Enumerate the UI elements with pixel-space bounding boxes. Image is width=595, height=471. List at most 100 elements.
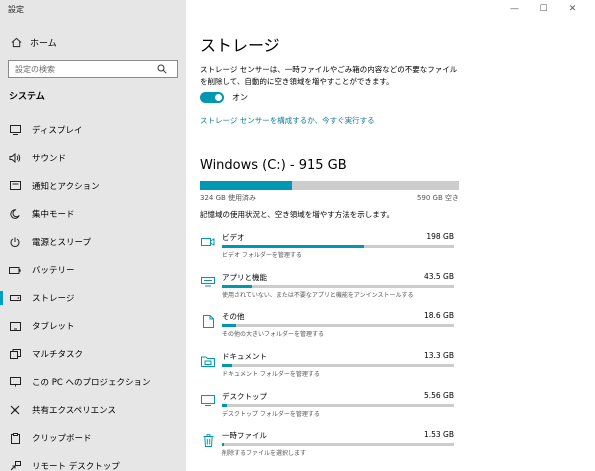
video-icon [200, 234, 216, 250]
moon-icon [6, 209, 24, 219]
sidebar-item-clipboard[interactable]: クリップボード [0, 424, 186, 452]
trash-icon [200, 432, 216, 448]
close-button[interactable]: ✕ [558, 2, 587, 16]
minimize-button[interactable]: — [500, 2, 529, 16]
sidebar-item-label: この PC へのプロジェクション [32, 378, 151, 388]
home-icon [7, 37, 25, 48]
sidebar-item-label: 共有エクスペリエンス [32, 406, 116, 416]
sidebar-item-focus[interactable]: 集中モード [0, 200, 186, 228]
category-subtext: その他の大きいフォルダーを管理する [222, 331, 325, 339]
sidebar-nav: ディスプレイ サウンド 通知とアクション 集中モード 電源とスリープ バッテリー… [0, 116, 186, 471]
category-documents[interactable]: ドキュメント 13.3 GB ドキュメント フォルダーを管理する [200, 349, 460, 389]
page-title: ストレージ [200, 36, 280, 55]
other-icon [200, 313, 216, 329]
category-size: 18.6 GB [423, 311, 454, 321]
category-usage-bar [222, 403, 454, 407]
category-name: ビデオ [222, 233, 245, 242]
category-videos[interactable]: ビデオ 198 GB ビデオ フォルダーを管理する [200, 230, 460, 270]
configure-storage-sense-link[interactable]: ストレージ センサーを構成するか、今すぐ実行する [200, 115, 375, 126]
category-name: ドキュメント [222, 352, 267, 362]
category-size: 1.53 GB [423, 430, 454, 440]
storage-sense-toggle[interactable] [200, 92, 224, 103]
remote-desktop-icon [6, 461, 24, 471]
sidebar-item-label: ディスプレイ [32, 126, 83, 136]
settings-search-box[interactable] [8, 60, 178, 78]
category-size: 5.56 GB [423, 390, 454, 400]
category-name: 一時ファイル [222, 431, 267, 441]
drive-description: 記憶域の使用状況と、空き領域を増やす方法を示します。 [200, 210, 394, 219]
drive-used-label: 324 GB 使用済み [200, 194, 257, 202]
storage-sense-description: ストレージ センサーは、一時ファイルやごみ箱の内容などの不要なファイルを削除して… [200, 65, 458, 86]
sidebar: 設定 ホーム システム ディスプレイ サウンド 通知とアクション 集中モード [0, 0, 186, 471]
sidebar-item-label: 通知とアクション [32, 182, 100, 192]
category-size: 198 GB [426, 232, 454, 241]
sidebar-item-battery[interactable]: バッテリー [0, 256, 186, 284]
category-subtext: ドキュメント フォルダーを管理する [222, 371, 320, 379]
tablet-icon [6, 321, 24, 331]
sidebar-item-remote-desktop[interactable]: リモート デスクトップ [0, 452, 186, 471]
sidebar-item-label: ストレージ [32, 294, 75, 304]
home-nav-item[interactable]: ホーム [0, 30, 186, 54]
category-desktop[interactable]: デスクトップ 5.56 GB デスクトップ フォルダーを管理する [200, 389, 460, 429]
clipboard-icon [6, 432, 24, 444]
documents-icon [200, 353, 216, 369]
battery-icon [6, 266, 24, 274]
sound-icon [6, 153, 24, 163]
sidebar-item-label: サウンド [32, 154, 67, 164]
toggle-state-label: オン [232, 93, 248, 102]
sidebar-item-multitasking[interactable]: マルチタスク [0, 340, 186, 368]
sidebar-item-shared-experiences[interactable]: 共有エクスペリエンス [0, 396, 186, 424]
apps-icon [200, 274, 216, 290]
category-size: 13.3 GB [423, 351, 454, 361]
storage-sense-toggle-row: オン [200, 92, 248, 103]
category-usage-fill [222, 443, 225, 447]
drive-title: Windows (C:) - 915 GB [200, 158, 347, 173]
drive-free-label: 590 GB 空き [416, 194, 459, 202]
category-usage-bar [222, 245, 454, 248]
category-size: 43.5 GB [423, 271, 454, 281]
category-apps[interactable]: アプリと機能 43.5 GB 使用されていない、または不要なアプリと機能をアンイ… [200, 270, 460, 310]
category-subtext: デスクトップ フォルダーを管理する [222, 410, 320, 418]
sidebar-item-sound[interactable]: サウンド [0, 144, 186, 172]
category-temp-files[interactable]: 一時ファイル 1.53 GB 削除するファイルを選択します [200, 428, 460, 468]
search-icon[interactable] [153, 64, 171, 74]
sidebar-item-notifications[interactable]: 通知とアクション [0, 172, 186, 200]
sidebar-item-label: 集中モード [32, 210, 75, 220]
power-icon [6, 237, 24, 247]
category-other[interactable]: その他 18.6 GB その他の大きいフォルダーを管理する [200, 309, 460, 349]
category-usage-fill [222, 284, 253, 288]
multitask-icon [6, 349, 24, 359]
category-usage-fill [222, 245, 364, 248]
category-usage-fill [222, 364, 233, 368]
desktop-icon [200, 393, 216, 409]
sidebar-item-display[interactable]: ディスプレイ [0, 116, 186, 144]
search-input[interactable] [9, 64, 153, 74]
category-name: デスクトップ [222, 391, 267, 401]
sidebar-item-power[interactable]: 電源とスリープ [0, 228, 186, 256]
section-heading-system: システム [9, 92, 45, 102]
category-subtext: ビデオ フォルダーを管理する [222, 252, 302, 259]
sidebar-item-storage[interactable]: ストレージ [0, 284, 186, 312]
maximize-button[interactable]: ☐ [529, 2, 558, 16]
category-usage-bar [222, 443, 454, 447]
sidebar-item-label: タブレット [32, 322, 75, 332]
share-icon [6, 405, 24, 415]
projection-icon [6, 377, 24, 387]
sidebar-item-label: 電源とスリープ [32, 238, 91, 248]
sidebar-item-label: リモート デスクトップ [32, 462, 120, 471]
sidebar-item-label: バッテリー [32, 266, 75, 276]
drive-usage-bar[interactable] [200, 181, 459, 190]
category-usage-bar [222, 284, 454, 288]
category-usage-bar [222, 324, 454, 328]
drive-usage-fill [200, 181, 292, 190]
app-title: 設定 [8, 5, 24, 14]
notification-icon [6, 181, 24, 191]
sidebar-item-tablet[interactable]: タブレット [0, 312, 186, 340]
category-usage-fill [222, 403, 227, 407]
category-name: アプリと機能 [222, 272, 267, 282]
category-usage-fill [222, 324, 236, 328]
category-usage-bar [222, 364, 454, 368]
sidebar-item-projection[interactable]: この PC へのプロジェクション [0, 368, 186, 396]
category-subtext: 使用されていない、または不要なアプリと機能をアンインストールする [222, 291, 414, 299]
storage-category-list: ビデオ 198 GB ビデオ フォルダーを管理する アプリと機能 43.5 GB… [200, 230, 460, 468]
